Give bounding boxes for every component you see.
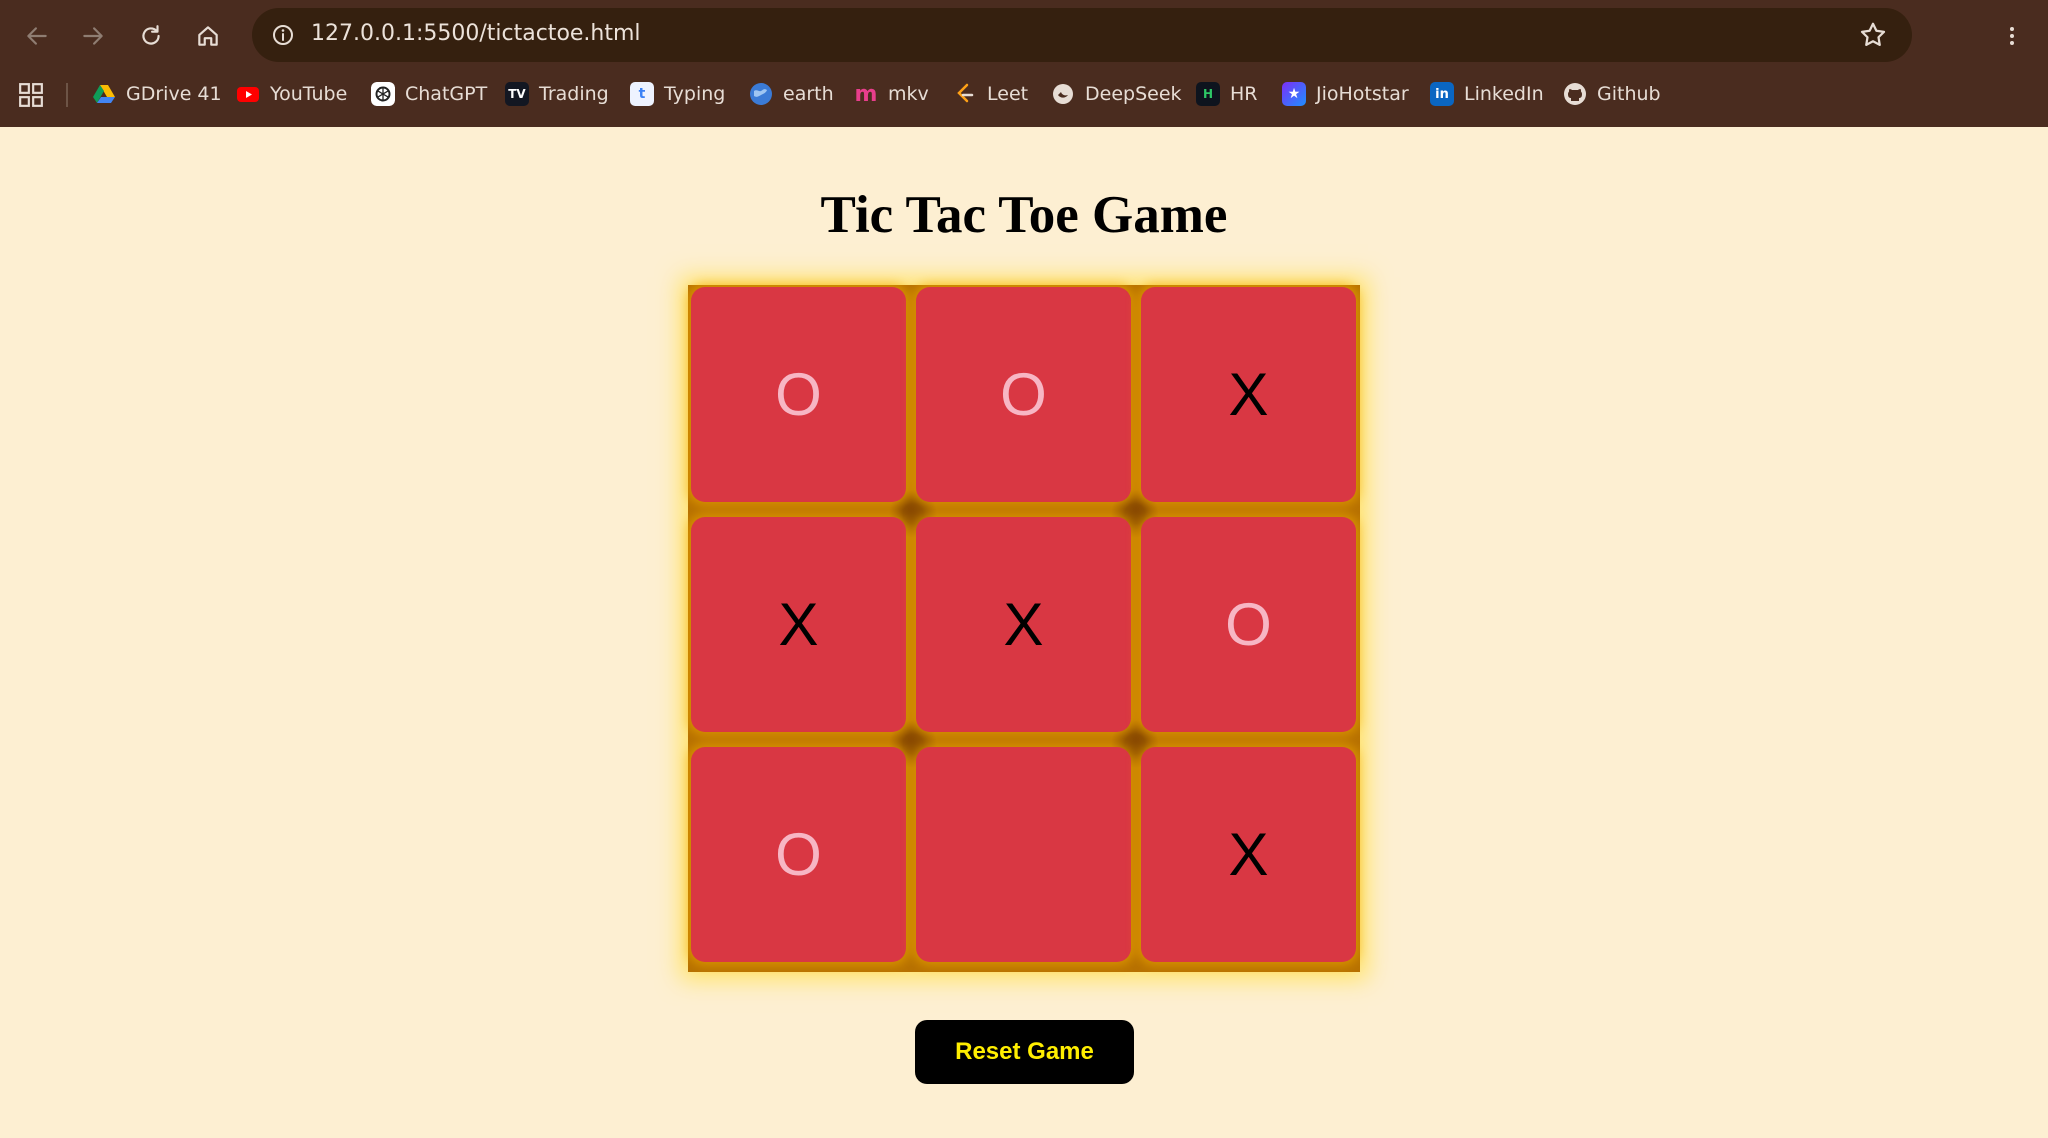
- bookmarks-separator: [66, 83, 68, 107]
- bookmark-gdrive[interactable]: GDrive 41: [92, 74, 222, 114]
- github-icon: [1564, 83, 1586, 105]
- bookmark-label: earth: [783, 83, 834, 105]
- board-cell[interactable]: X: [1141, 747, 1356, 962]
- reload-icon: [142, 25, 160, 45]
- typing-icon: t: [630, 82, 654, 106]
- browser-chrome: 127.0.0.1:5500/tictactoe.html GDrive 41 …: [0, 0, 2048, 127]
- bookmark-jiohotstar[interactable]: ★ JioHotstar: [1282, 74, 1409, 114]
- browser-toolbar: 127.0.0.1:5500/tictactoe.html: [0, 0, 2048, 70]
- bookmarks-bar: GDrive 41 YouTube ChatGPT TV Trading t T…: [0, 74, 2048, 114]
- bookmark-label: DeepSeek: [1085, 83, 1182, 105]
- bookmark-star-icon[interactable]: [1858, 20, 1888, 50]
- bookmark-github[interactable]: Github: [1563, 74, 1661, 114]
- bookmark-label: Github: [1597, 83, 1661, 105]
- google-drive-icon: [93, 85, 115, 103]
- board-cell[interactable]: O: [1141, 517, 1356, 732]
- bookmark-label: LinkedIn: [1464, 83, 1544, 105]
- board-cell[interactable]: X: [691, 517, 906, 732]
- bookmark-leet[interactable]: Leet: [953, 74, 1028, 114]
- mkv-icon: m: [854, 81, 878, 107]
- bookmark-trading[interactable]: TV Trading: [505, 74, 609, 114]
- bookmark-label: JioHotstar: [1316, 83, 1409, 105]
- bookmark-deepseek[interactable]: DeepSeek: [1051, 74, 1182, 114]
- leetcode-icon: [957, 83, 974, 103]
- jiohotstar-icon: ★: [1282, 82, 1306, 106]
- bookmark-label: YouTube: [270, 83, 348, 105]
- board-cell[interactable]: [916, 747, 1131, 962]
- board-cell[interactable]: X: [916, 517, 1131, 732]
- board-cell[interactable]: O: [916, 287, 1131, 502]
- bookmark-linkedin[interactable]: in LinkedIn: [1430, 74, 1544, 114]
- url-text[interactable]: 127.0.0.1:5500/tictactoe.html: [311, 21, 641, 46]
- address-bar[interactable]: 127.0.0.1:5500/tictactoe.html: [252, 8, 1912, 62]
- bookmark-label: Leet: [987, 83, 1029, 105]
- bookmark-label: HR: [1230, 83, 1258, 105]
- page-title: Tic Tac Toe Game: [820, 186, 1228, 244]
- bookmark-label: GDrive 41: [126, 83, 222, 105]
- forward-button[interactable]: [71, 14, 115, 58]
- bookmark-label: Typing: [664, 83, 726, 105]
- bookmark-label: ChatGPT: [405, 83, 488, 105]
- board-cell[interactable]: O: [691, 747, 906, 962]
- bookmark-earth[interactable]: earth: [749, 74, 834, 114]
- reset-game-button[interactable]: Reset Game: [915, 1020, 1134, 1084]
- hackerrank-icon: H: [1196, 82, 1220, 106]
- arrow-right-icon: [83, 27, 103, 45]
- reload-button[interactable]: [129, 14, 173, 58]
- apps-grid-icon[interactable]: [18, 82, 44, 108]
- tradingview-icon: TV: [505, 82, 529, 106]
- board-cell[interactable]: O: [691, 287, 906, 502]
- home-button[interactable]: [186, 14, 230, 58]
- deepseek-icon: [1053, 84, 1073, 104]
- arrow-left-icon: [27, 27, 47, 45]
- bookmark-youtube[interactable]: YouTube: [236, 74, 347, 114]
- browser-menu-button[interactable]: [1994, 16, 2030, 56]
- bookmark-typing[interactable]: t Typing: [630, 74, 725, 114]
- more-vertical-icon: [2010, 27, 2014, 45]
- board-cell[interactable]: X: [1141, 287, 1356, 502]
- youtube-icon: [237, 87, 259, 102]
- earth-icon: [750, 83, 772, 105]
- bookmark-mkv[interactable]: m mkv: [854, 74, 929, 114]
- back-button[interactable]: [15, 14, 59, 58]
- bookmark-hr[interactable]: H HR: [1196, 74, 1258, 114]
- bookmark-chatgpt[interactable]: ChatGPT: [371, 74, 487, 114]
- bookmark-label: Trading: [539, 83, 609, 105]
- home-icon: [198, 26, 218, 46]
- bookmark-label: mkv: [888, 83, 929, 105]
- linkedin-icon: in: [1430, 82, 1454, 106]
- site-info-icon[interactable]: [266, 18, 300, 52]
- game-board: O O X X X O O X: [688, 285, 1360, 972]
- chatgpt-icon: [371, 82, 395, 106]
